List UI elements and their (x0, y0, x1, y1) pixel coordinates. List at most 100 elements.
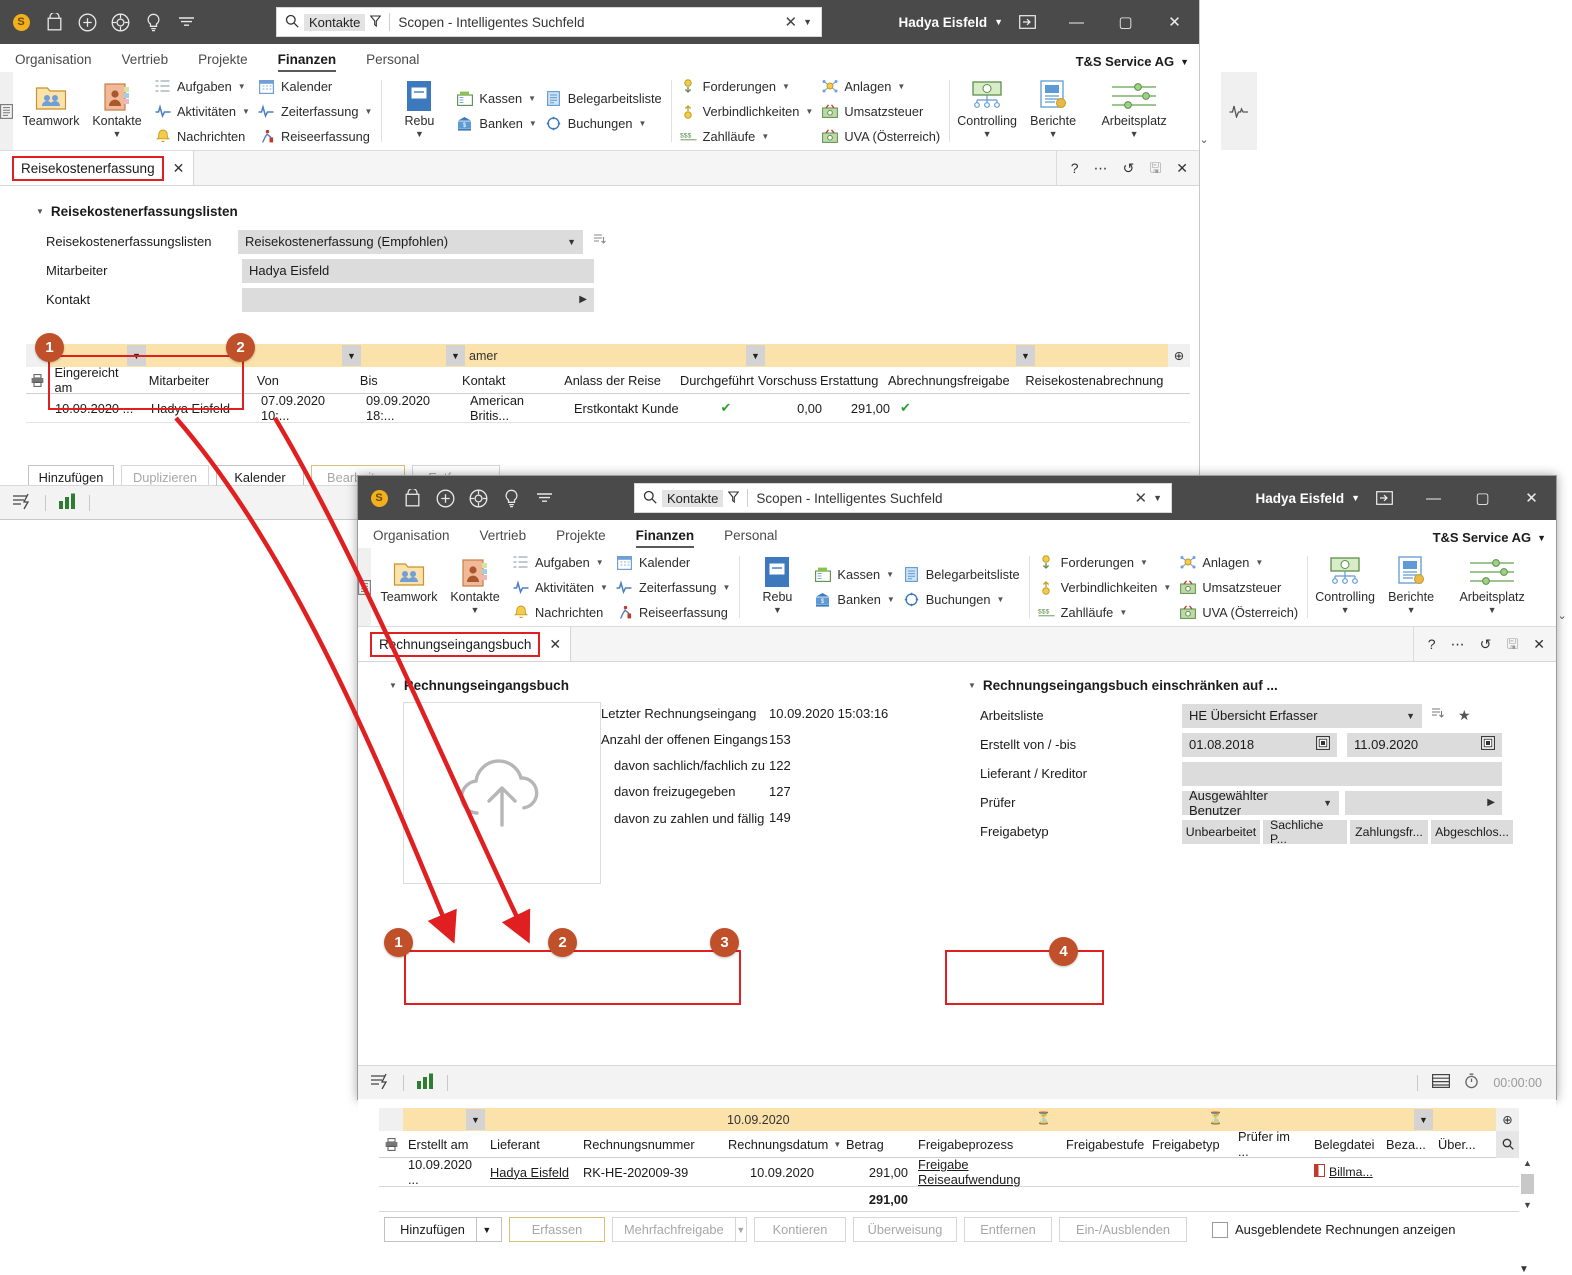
filter-kontakt[interactable]: amer (465, 344, 569, 367)
filter-icon[interactable] (369, 14, 382, 30)
col-bis[interactable]: Bis (355, 367, 457, 394)
window2-right-section-header[interactable]: ▼ Rechnungseingangsbuch einschränken auf… (968, 678, 1278, 693)
ueberweisung-button[interactable]: Überweisung (853, 1217, 957, 1242)
close-button[interactable]: ✕ (1507, 476, 1556, 520)
col-durchgefuehrt[interactable]: Durchgeführt (675, 367, 754, 394)
close-icon[interactable]: ✕ (549, 636, 561, 653)
ribbon-item-umsatzsteuer[interactable]: Umsatzsteuer (821, 100, 940, 122)
filter-lieferant[interactable] (485, 1108, 578, 1131)
filter-durchgefuehrt[interactable]: ▼ (687, 344, 765, 367)
user-menu[interactable]: Hadya Eisfeld ▼ (899, 0, 1003, 44)
print-icon[interactable] (379, 1131, 403, 1158)
ribbon-item-kalender[interactable]: Kalender (258, 75, 372, 97)
ribbon-item-reiseerfassung[interactable]: Reiseerfassung (616, 601, 730, 623)
status-quickentry-icon[interactable] (370, 1073, 391, 1093)
kontakt-lookup[interactable]: ▶ (242, 287, 594, 312)
company-selector[interactable]: T&S Service AG ▼ (1433, 530, 1546, 545)
menu-item-organisation[interactable]: Organisation (0, 52, 107, 72)
col-mitarbeiter[interactable]: Mitarbeiter (144, 367, 252, 394)
freigabetyp-option-abgeschlossen[interactable]: Abgeschlos... (1431, 819, 1513, 844)
globe-icon[interactable] (109, 11, 131, 33)
col-belegdatei[interactable]: Belegdatei (1309, 1131, 1381, 1158)
page-down-icon[interactable]: ▼ (1519, 1264, 1529, 1275)
menu-item-personal[interactable]: Personal (709, 528, 792, 548)
add-column-icon[interactable]: ⊕ (1496, 1108, 1519, 1131)
filter-bezahlt[interactable]: ▼ (1381, 1108, 1433, 1131)
chevron-down-icon[interactable]: ▼ (734, 1218, 746, 1241)
ein-ausblenden-button[interactable]: Ein-/Ausblenden (1059, 1217, 1187, 1242)
ribbon-item-uva[interactable]: UVA (Österreich) (821, 125, 940, 147)
grid-vertical-scrollbar[interactable]: ▲ ▼ (1519, 1156, 1536, 1246)
col-erstellt-am[interactable]: Erstellt am (403, 1131, 485, 1158)
save-icon[interactable]: 🖫 (1149, 161, 1161, 175)
search-input[interactable]: Scopen - Intelligentes Suchfeld (756, 491, 1134, 506)
checkbox[interactable] (1212, 1221, 1228, 1238)
hinzufuegen-split-button[interactable]: Hinzufügen ▼ (384, 1217, 502, 1242)
chevron-down-icon[interactable]: ▼ (1341, 605, 1350, 615)
help-icon[interactable]: ? (1071, 161, 1079, 175)
col-bezahlt[interactable]: Beza... (1381, 1131, 1433, 1158)
maximize-button[interactable]: ▢ (1101, 0, 1150, 44)
menu-item-vertrieb[interactable]: Vertrieb (465, 528, 542, 548)
col-lieferant[interactable]: Lieferant (485, 1131, 578, 1158)
chevron-down-icon[interactable]: ▼ (983, 129, 992, 139)
menu-item-organisation[interactable]: Organisation (358, 528, 465, 548)
search-clear-icon[interactable]: ✕ (785, 13, 804, 31)
filter-freigabestufe[interactable] (1061, 1108, 1147, 1131)
restore-layout-icon[interactable] (1003, 0, 1052, 44)
ribbon-kontakte[interactable]: Kontakte ▼ (84, 72, 150, 150)
ribbon-item-zeiterfassung[interactable]: Zeiterfassung ▼ (616, 576, 730, 598)
help-icon[interactable]: ? (1428, 637, 1436, 651)
col-von[interactable]: Von (252, 367, 355, 394)
reisekostenerfassungslisten-select[interactable]: Reisekostenerfassung (Empfohlen) ▼ (237, 229, 583, 254)
menu-item-finanzen[interactable]: Finanzen (621, 528, 710, 548)
scroll-down-icon[interactable]: ▼ (1523, 1198, 1532, 1212)
search-scope-chip[interactable]: Kontakte (662, 489, 724, 507)
col-kontakt[interactable]: Kontakt (457, 367, 559, 394)
col-pruefer-im[interactable]: Prüfer im ... (1233, 1129, 1309, 1159)
filter-erstattung[interactable] (827, 344, 895, 367)
filter-von[interactable]: ▼ (256, 344, 361, 367)
bag-icon[interactable] (401, 487, 423, 509)
more-options-icon[interactable]: ⋯ (1094, 161, 1108, 175)
ribbon-item-buchungen[interactable]: Buchungen ▼ (545, 113, 662, 135)
collapse-triangle-icon[interactable]: ▼ (36, 207, 44, 216)
collapse-triangle-icon[interactable]: ▼ (968, 681, 976, 690)
scroll-thumb[interactable] (1521, 1174, 1534, 1194)
ribbon-item-buchungen[interactable]: Buchungen ▼ (903, 589, 1020, 611)
scroll-up-icon[interactable]: ▲ (1523, 1156, 1532, 1170)
mitarbeiter-input[interactable]: Hadya Eisfeld (242, 258, 594, 283)
lightbulb-icon[interactable] (142, 11, 164, 33)
window2-left-section-header[interactable]: ▼ Rechnungseingangsbuch (389, 678, 569, 693)
chevron-down-icon[interactable]: ▼ (471, 605, 480, 615)
ribbon-item-anlagen[interactable]: Anlagen ▼ (821, 75, 940, 97)
print-icon[interactable] (26, 367, 50, 394)
save-icon[interactable]: 🖫 (1506, 637, 1518, 651)
ribbon-item-verbindlichkeiten[interactable]: Verbindlichkeiten ▼ (680, 100, 813, 122)
cell-freigabeprozess[interactable]: Freigabe Reiseaufwendung (913, 1157, 1061, 1187)
search-dropdown-icon[interactable]: ▼ (1153, 493, 1171, 503)
chevron-down-icon[interactable]: ⌄ (1200, 133, 1209, 146)
user-menu[interactable]: Hadya Eisfeld ▼ (1256, 476, 1360, 520)
status-grid-icon[interactable] (1432, 1074, 1451, 1091)
search-clear-icon[interactable]: ✕ (1135, 489, 1154, 507)
list-settings-icon[interactable] (593, 233, 606, 250)
menu-item-personal[interactable]: Personal (351, 52, 434, 72)
table-row[interactable]: 10.09.2020 ... Hadya Eisfeld 07.09.2020 … (26, 393, 1190, 423)
add-icon[interactable] (434, 487, 456, 509)
ausgeblendete-checkbox-row[interactable]: Ausgeblendete Rechnungen anzeigen (1212, 1221, 1455, 1238)
search-box[interactable]: Kontakte Scopen - Intelligentes Suchfeld… (634, 483, 1172, 513)
arbeitsliste-select[interactable]: HE Übersicht Erfasser ▼ (1182, 703, 1422, 728)
filter-ueberweisung[interactable] (1433, 1108, 1496, 1131)
col-eingereicht-am[interactable]: Eingereicht am (50, 365, 144, 395)
col-anlass[interactable]: Anlass der Reise (559, 367, 675, 394)
restore-layout-icon[interactable] (1360, 476, 1409, 520)
ribbon-item-nachrichten[interactable]: Nachrichten (154, 125, 250, 147)
chevron-down-icon[interactable]: ▼ (113, 129, 122, 139)
ribbon-expand-area[interactable]: ⌄ (1545, 548, 1572, 626)
chevron-down-icon[interactable]: ⌄ (1558, 609, 1567, 622)
ribbon-item-banken[interactable]: $ Banken ▼ (814, 589, 895, 611)
close-document-icon[interactable]: ✕ (1176, 161, 1188, 175)
ribbon-item-umsatzsteuer[interactable]: Umsatzsteuer (1179, 576, 1298, 598)
col-erstattung[interactable]: Erstattung (815, 367, 883, 394)
